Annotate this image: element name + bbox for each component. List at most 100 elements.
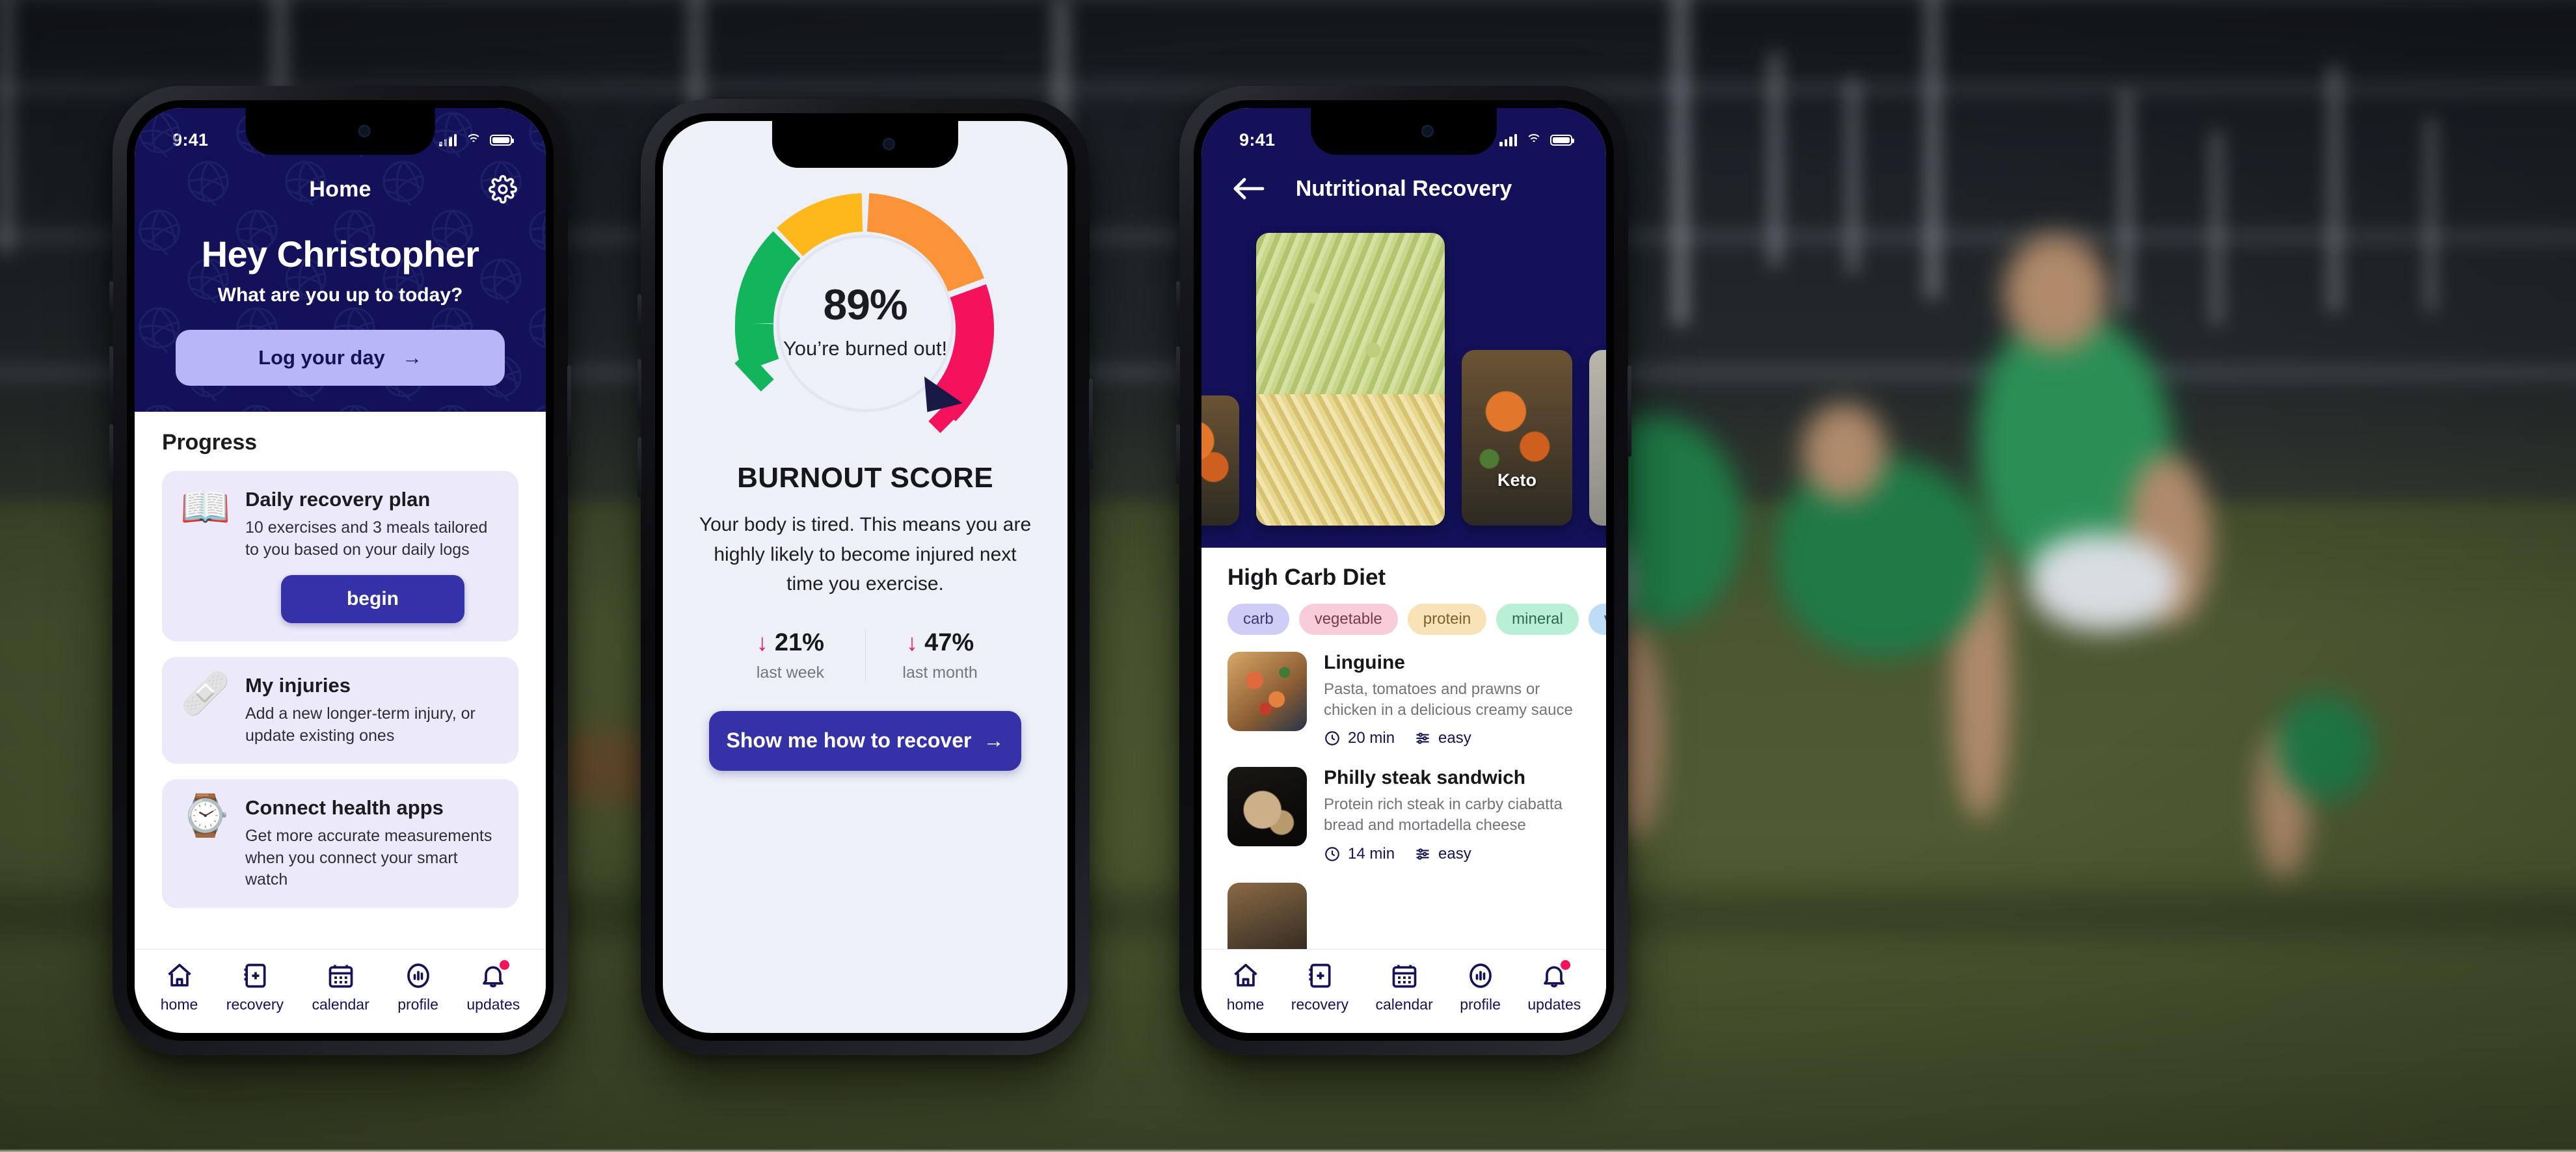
card-title: My injuries — [245, 674, 351, 697]
recipe-thumbnail — [1228, 882, 1307, 949]
status-time: 9:41 — [1239, 129, 1276, 150]
tab-label: recovery — [226, 996, 284, 1013]
clock-icon — [1325, 731, 1339, 746]
show-me-how-to-recover-button[interactable]: Show me how to recover → — [708, 710, 1022, 771]
phone2-screen: 89% You’re burned out! BURNOUT SCORE You… — [663, 121, 1067, 1033]
gear-icon[interactable] — [489, 175, 517, 204]
log-your-day-label: Log your day — [258, 346, 385, 369]
arrow-right-icon: → — [983, 729, 1004, 753]
tab-label: profile — [1460, 996, 1501, 1013]
bottom-nav: home recovery calendar profile updates — [1201, 949, 1606, 1033]
diet-title: High Carb Diet — [1228, 565, 1386, 590]
tag-vitamin[interactable]: vitamin — [1588, 604, 1606, 635]
tab-updates[interactable]: updates — [466, 960, 520, 1013]
log-your-day-button[interactable]: Log your day → — [176, 330, 505, 386]
recovery-book-icon — [241, 961, 269, 990]
recipe-time: 14 min — [1324, 845, 1395, 863]
burnout-heading: BURNOUT SCORE — [737, 462, 993, 494]
tab-label: home — [1226, 996, 1265, 1013]
clock-icon — [1325, 846, 1339, 861]
calendar-icon — [1390, 961, 1419, 990]
tab-label: calendar — [312, 996, 369, 1013]
diet-carousel[interactable]: Keto Veg — [1201, 216, 1606, 526]
greeting-subtitle: What are you up to today? — [217, 284, 463, 306]
recipe-thumbnail — [1228, 767, 1307, 847]
bottom-nav: home recovery calendar profile updates — [135, 949, 546, 1033]
card-daily-recovery-plan[interactable]: 📖 Daily recovery plan 10 exercises and 3… — [162, 471, 518, 641]
sliders-icon — [1416, 732, 1429, 744]
recipe-row[interactable]: Philly steak sandwich Protein rich steak… — [1228, 767, 1580, 863]
open-book-icon: 📖 — [180, 485, 231, 530]
tag-mineral[interactable]: mineral — [1496, 604, 1579, 635]
diet-card-label — [1256, 490, 1445, 526]
card-my-injuries[interactable]: 🩹 My injuries Add a new longer-term inju… — [162, 657, 518, 764]
tab-label: recovery — [1291, 996, 1348, 1013]
tab-recovery[interactable]: recovery — [226, 961, 284, 1013]
tag-protein[interactable]: protein — [1407, 604, 1487, 635]
tag-vegetable[interactable]: vegetable — [1298, 604, 1398, 635]
diet-card-label: Veg — [1589, 470, 1606, 526]
stat-last-week: ↓ 21% last week — [716, 629, 865, 682]
wifi-icon — [465, 133, 481, 146]
battery-icon — [1550, 134, 1574, 146]
profile-chart-icon — [404, 961, 433, 990]
calendar-icon — [327, 961, 355, 990]
bell-icon — [1540, 960, 1571, 990]
recipe-title: Philly steak sandwich — [1324, 767, 1526, 789]
recipe-description: Pasta, tomatoes and prawns or chicken in… — [1324, 680, 1573, 719]
recipe-difficulty: easy — [1414, 729, 1471, 747]
tab-recovery[interactable]: recovery — [1291, 961, 1348, 1013]
tab-home[interactable]: home — [1226, 961, 1265, 1013]
arrow-down-icon: ↓ — [756, 629, 768, 656]
begin-button[interactable]: begin — [280, 575, 465, 623]
tab-label: updates — [466, 996, 520, 1013]
section-title: Progress — [162, 430, 257, 455]
burnout-paragraph: Your body is tired. This means you are h… — [699, 514, 1032, 595]
tab-profile[interactable]: profile — [1460, 961, 1501, 1013]
tab-profile[interactable]: profile — [397, 961, 438, 1013]
wifi-icon — [1525, 133, 1542, 146]
phone-home: 9:41 Home Hey — [109, 86, 571, 1055]
card-description: Get more accurate measurements when you … — [245, 827, 492, 889]
notch — [771, 121, 959, 168]
progress-section: Progress 📖 Daily recovery plan 10 exerci… — [135, 412, 546, 949]
tab-updates[interactable]: updates — [1527, 960, 1581, 1013]
tag-carb[interactable]: carb — [1228, 604, 1289, 635]
card-description: 10 exercises and 3 meals tailored to you… — [245, 518, 488, 559]
card-description: Add a new longer-term injury, or update … — [245, 704, 476, 745]
status-badge — [1561, 960, 1571, 970]
tab-calendar[interactable]: calendar — [312, 961, 369, 1013]
recipe-thumbnail — [1228, 652, 1307, 731]
stat-label: last week — [756, 663, 825, 682]
burnout-gauge-chart: 89% You’re burned out! — [695, 187, 1035, 448]
tab-label: profile — [397, 996, 438, 1013]
smart-watch-icon: ⌚ — [180, 794, 231, 838]
recovery-book-icon — [1306, 961, 1334, 990]
notch — [1310, 108, 1497, 155]
diet-card[interactable]: Veg — [1589, 350, 1606, 526]
gauge-caption: You’re burned out! — [783, 337, 948, 360]
diet-card[interactable]: Keto — [1462, 350, 1572, 526]
profile-chart-icon — [1466, 961, 1495, 990]
home-icon — [165, 961, 194, 990]
nutrient-tags: carb vegetable protein mineral vitamin — [1228, 604, 1606, 635]
card-connect-health-apps[interactable]: ⌚ Connect health apps Get more accurate … — [162, 779, 518, 908]
stat-value: 21% — [774, 628, 824, 656]
card-title: Daily recovery plan — [245, 488, 431, 511]
recipe-description: Protein rich steak in carby ciabatta bre… — [1324, 796, 1563, 835]
arrow-left-icon[interactable] — [1231, 175, 1265, 202]
recipe-row[interactable]: Linguine Pasta, tomatoes and prawns or c… — [1228, 652, 1580, 747]
recover-label: Show me how to recover — [726, 729, 972, 753]
tab-calendar[interactable]: calendar — [1376, 961, 1433, 1013]
diet-card-active[interactable] — [1256, 233, 1445, 526]
nutrition-header: 9:41 Nutritional Recovery Keto — [1201, 108, 1606, 548]
diet-detail: High Carb Diet carb vegetable protein mi… — [1201, 548, 1606, 949]
phone3-screen: 9:41 Nutritional Recovery Keto High Carb… — [1201, 108, 1606, 1033]
tab-label: updates — [1527, 996, 1581, 1013]
recipe-row-partial[interactable] — [1228, 882, 1580, 949]
phone-nutritional-recovery: 9:41 Nutritional Recovery Keto High Carb… — [1176, 86, 1631, 1055]
diet-card[interactable] — [1201, 395, 1239, 526]
diet-card-label — [1201, 490, 1239, 526]
recipe-title: Linguine — [1324, 652, 1405, 673]
tab-home[interactable]: home — [161, 961, 198, 1013]
